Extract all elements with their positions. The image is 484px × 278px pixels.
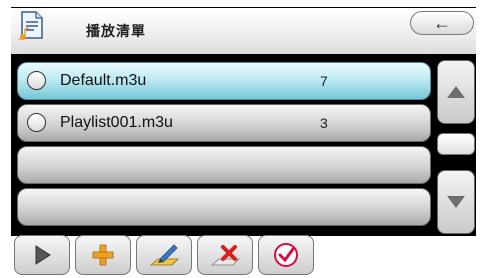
edit-pencil-icon: [149, 244, 179, 266]
track-count: 3: [320, 115, 328, 131]
scroll-down-button[interactable]: [437, 170, 475, 234]
triangle-down-icon: [447, 196, 465, 208]
scroll-up-button[interactable]: [437, 60, 475, 124]
playlist-document-icon: [16, 10, 46, 42]
radio-button[interactable]: [27, 71, 46, 90]
back-button[interactable]: ←: [410, 11, 474, 35]
edit-button[interactable]: [136, 235, 192, 275]
delete-button[interactable]: [197, 235, 253, 275]
radio-button[interactable]: [27, 113, 46, 132]
playlist-name: Playlist001.m3u: [60, 114, 173, 131]
scrollbar-thumb[interactable]: [437, 133, 475, 155]
playlist-row[interactable]: Playlist001.m3u 3: [17, 104, 431, 142]
select-all-button[interactable]: [258, 235, 314, 275]
plus-icon: [92, 244, 114, 266]
play-icon: [35, 245, 51, 265]
empty-playlist-row[interactable]: [17, 188, 431, 226]
page-title: 播放清單: [86, 24, 146, 40]
triangle-up-icon: [447, 86, 465, 98]
title-bar: [11, 8, 476, 54]
check-circle-icon: [274, 243, 298, 267]
arrow-left-icon: ←: [433, 12, 451, 33]
play-button[interactable]: [14, 235, 70, 275]
empty-playlist-row[interactable]: [17, 146, 431, 184]
playlist-name: Default.m3u: [60, 72, 147, 89]
delete-x-icon: [210, 245, 240, 266]
track-count: 7: [320, 73, 328, 89]
playlist-row[interactable]: Default.m3u 7: [17, 62, 431, 100]
add-button[interactable]: [75, 235, 131, 275]
